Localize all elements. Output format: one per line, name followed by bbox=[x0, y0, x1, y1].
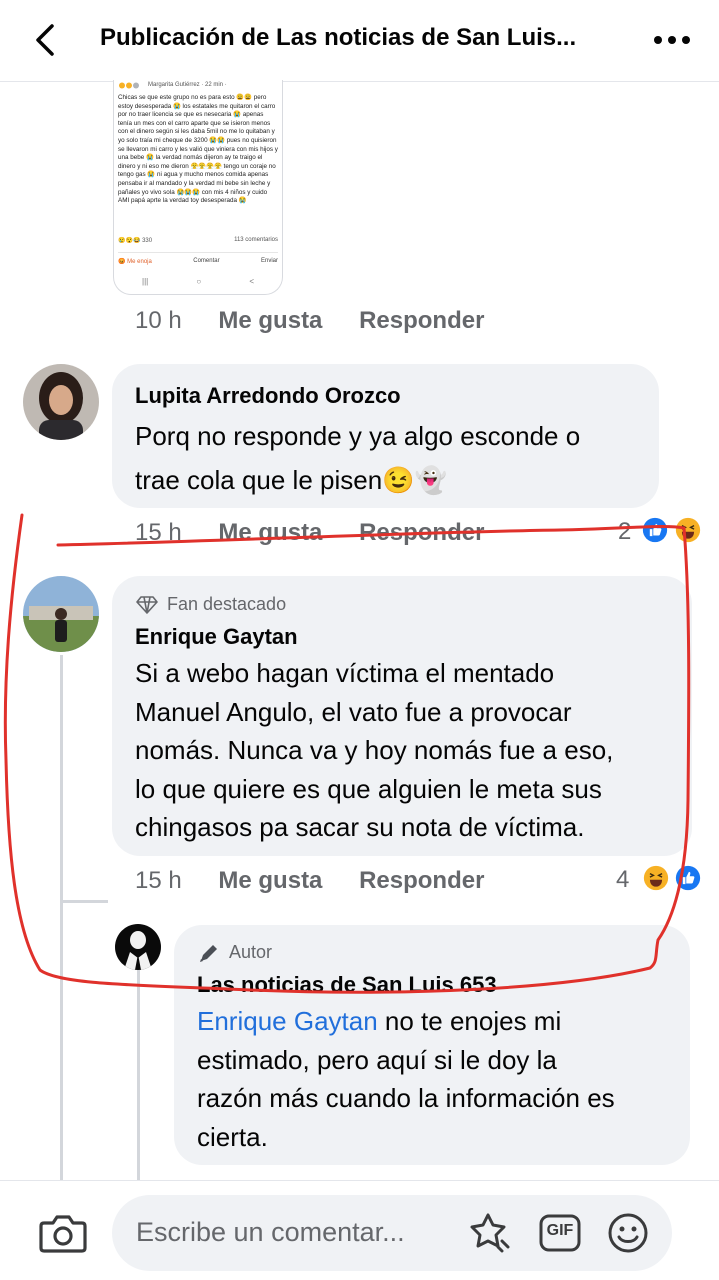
embedded-comment-count: 113 comentarios bbox=[234, 237, 278, 243]
emoji-icon bbox=[608, 1213, 648, 1253]
embedded-nav-item: < bbox=[249, 277, 254, 286]
haha-reaction-icon bbox=[673, 515, 703, 545]
comment-author[interactable]: Lupita Arredondo Orozco bbox=[135, 383, 401, 409]
comment-text-line: estimado, pero aquí si le doy la bbox=[197, 1044, 557, 1075]
reaction-count[interactable]: 4 bbox=[616, 866, 629, 894]
comment-meta: 15 h Me gusta Responder bbox=[135, 867, 484, 895]
comment-text-line: trae cola que le pisen😉👻 bbox=[135, 465, 447, 495]
embedded-post-actions: 😡 Me enoja Comentar Enviar bbox=[118, 252, 278, 265]
comment-time: 15 h bbox=[135, 519, 182, 546]
comment-text-line: Enrique Gaytan no te enojes mi bbox=[197, 1002, 687, 1041]
mention-link[interactable]: Enrique Gaytan bbox=[197, 1006, 378, 1036]
embedded-reaction-emojis-icon bbox=[119, 82, 139, 89]
reply-thread-line bbox=[137, 970, 140, 1180]
comment-text-line: nomás. Nunca va y hoy nomás fue a eso, bbox=[135, 735, 614, 765]
embedded-post-author: Margarita Gutiérrez · 22 min · bbox=[148, 82, 227, 88]
comment-text-line: lo que quiere es que alguien le meta sus bbox=[135, 773, 602, 804]
like-button[interactable]: Me gusta bbox=[218, 867, 322, 894]
comment-bubble: Lupita Arredondo Orozco Porq no responde… bbox=[112, 364, 659, 508]
page-title: Publicación de Las noticias de San Luis.… bbox=[100, 24, 577, 51]
more-options-button[interactable] bbox=[650, 26, 694, 54]
diamond-icon bbox=[136, 596, 158, 614]
like-reaction-icon bbox=[640, 515, 670, 545]
reaction-count[interactable]: 2 bbox=[618, 518, 631, 546]
gif-button[interactable]: GIF bbox=[538, 1211, 582, 1255]
post-time: 10 h bbox=[135, 307, 182, 334]
comment-author[interactable]: Las noticias de San Luis 653 bbox=[197, 972, 497, 998]
embedded-nav-item: ○ bbox=[196, 277, 202, 286]
haha-reaction-icon bbox=[641, 863, 671, 893]
embedded-action: 😡 Me enoja bbox=[118, 259, 152, 265]
comment-text-line: Si a webo hagan víctima el mentado bbox=[135, 658, 555, 688]
embedded-nav-item: ||| bbox=[142, 277, 149, 286]
post-meta: 10 h Me gusta Responder bbox=[135, 307, 484, 335]
comment-text-line: Porq no responde y ya algo esconde o bbox=[135, 421, 581, 451]
post-like-button[interactable]: Me gusta bbox=[218, 307, 322, 334]
avatar-lupita-image bbox=[23, 364, 99, 440]
embedded-post-stats: 😢😯😂 330 113 comentarios bbox=[118, 237, 278, 244]
comment-input-placeholder: Escribe un comentar... bbox=[136, 1217, 405, 1247]
comment-input[interactable]: Escribe un comentar... GIF bbox=[112, 1195, 672, 1271]
reply-bubble: Autor Las noticias de San Luis 653 Enriq… bbox=[174, 925, 690, 1165]
thread-line bbox=[60, 655, 63, 1180]
top-bar: Publicación de Las noticias de San Luis.… bbox=[0, 0, 719, 82]
pencil-icon bbox=[200, 945, 217, 962]
embedded-action: Enviar bbox=[260, 258, 278, 264]
comment-text-line: Manuel Angulo, el vato fue a provocar bbox=[135, 696, 572, 727]
avatar[interactable] bbox=[23, 364, 99, 440]
gif-label: GIF bbox=[546, 1222, 574, 1239]
like-button[interactable]: Me gusta bbox=[218, 519, 322, 546]
camera-button[interactable] bbox=[38, 1211, 88, 1255]
comment-text: Si a webo hagan víctima el mentado Manue… bbox=[135, 654, 685, 847]
chevron-left-icon bbox=[36, 24, 54, 56]
avatar-page-logo-image bbox=[115, 924, 161, 970]
more-horizontal-icon bbox=[654, 36, 690, 44]
sticker-button[interactable] bbox=[468, 1211, 512, 1255]
comment-text: Enrique Gaytan no te enojes mi estimado,… bbox=[197, 1002, 687, 1156]
comment-composer: Escribe un comentar... GIF bbox=[0, 1180, 719, 1280]
embedded-reactions: 😢😯😂 330 bbox=[118, 238, 153, 244]
like-reaction-icon bbox=[673, 863, 703, 893]
comment-text: Porq no responde y ya algo esconde o tra… bbox=[135, 414, 580, 502]
attached-screenshot-image[interactable]: Margarita Gutiérrez · 22 min · Chicas se… bbox=[113, 80, 283, 295]
comment-bubble: Fan destacado Enrique Gaytan Si a webo h… bbox=[112, 576, 692, 856]
embedded-post-text: Chicas se que este grupo no es para esto… bbox=[118, 94, 278, 205]
comment-author[interactable]: Enrique Gaytan bbox=[135, 624, 298, 650]
thread-connector bbox=[60, 900, 108, 903]
comment-meta: 15 h Me gusta Responder bbox=[135, 519, 484, 547]
comment-time: 15 h bbox=[135, 867, 182, 894]
camera-icon bbox=[39, 1215, 87, 1253]
comment-text-fragment: no te enojes mi bbox=[377, 1006, 562, 1036]
sticker-icon bbox=[470, 1213, 510, 1253]
embedded-action: Comentar bbox=[193, 258, 220, 264]
author-badge: Autor bbox=[229, 942, 273, 962]
comment-text-line: cierta. bbox=[197, 1121, 268, 1152]
reply-button[interactable]: Responder bbox=[359, 519, 484, 546]
avatar[interactable] bbox=[115, 924, 161, 970]
comment-text-line: razón más cuando la información es bbox=[197, 1083, 615, 1113]
avatar-enrique-image bbox=[23, 576, 99, 652]
top-fan-badge: Fan destacado bbox=[167, 594, 287, 614]
comment-text-line: chingasos pa sacar su nota de víctima. bbox=[135, 812, 585, 842]
avatar[interactable] bbox=[23, 576, 99, 652]
back-button[interactable] bbox=[26, 20, 66, 60]
reply-button[interactable]: Responder bbox=[359, 867, 484, 894]
post-reply-button[interactable]: Responder bbox=[359, 307, 484, 334]
embedded-nav-bar: ||| ○ < bbox=[142, 277, 254, 286]
emoji-button[interactable] bbox=[606, 1211, 650, 1255]
